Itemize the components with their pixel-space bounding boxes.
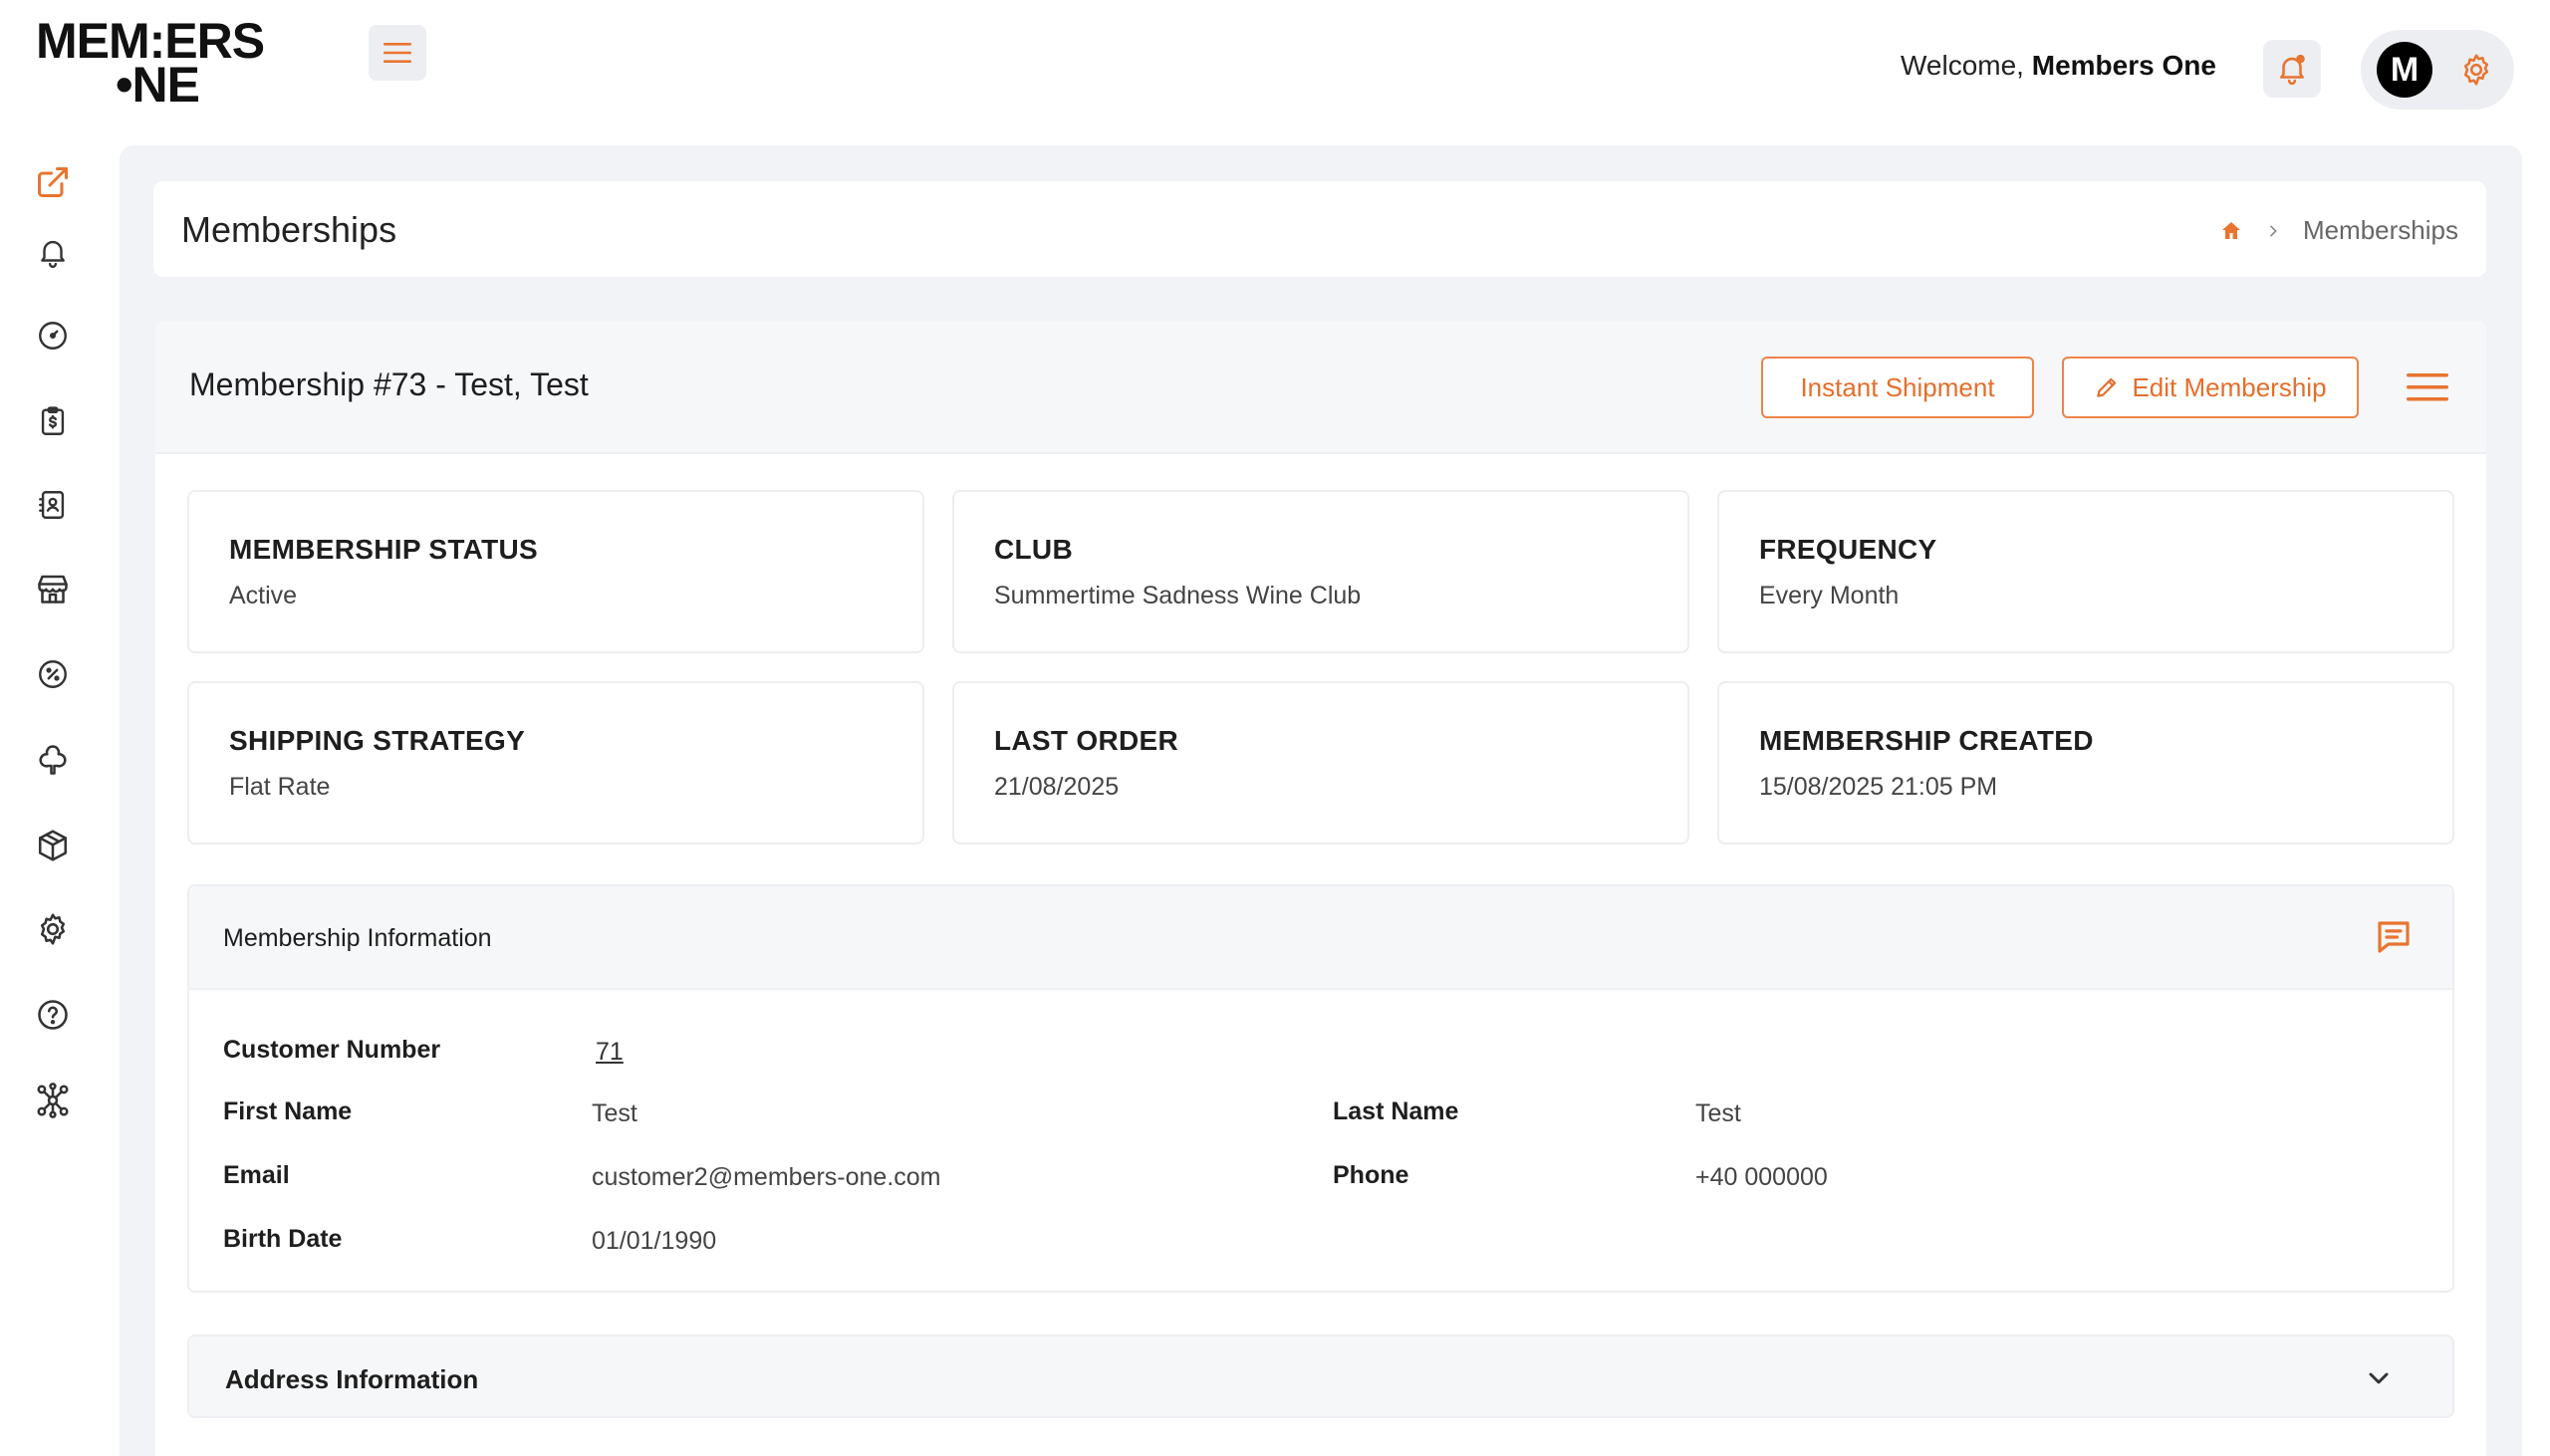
phone-value: +40 000000 [1695, 1163, 1828, 1191]
stat-shipping-strategy: SHIPPING STRATEGY Flat Rate [187, 681, 924, 845]
sidebar-item-billing[interactable] [32, 400, 74, 442]
address-information-panel[interactable]: Address Information [187, 1335, 2454, 1418]
membership-information-header: Membership Information [189, 886, 2452, 990]
email-value: customer2@members-one.com [592, 1163, 941, 1191]
panel-title: Membership Information [223, 924, 492, 952]
package-icon [38, 830, 68, 861]
sidebar [0, 139, 110, 1456]
sidebar-item-settings[interactable] [32, 908, 74, 950]
external-link-icon [38, 167, 68, 197]
panel-title: Address Information [225, 1364, 479, 1394]
sidebar-item-products[interactable] [32, 825, 74, 866]
sidebar-item-clubs[interactable] [32, 739, 74, 781]
birth-date-value: 01/01/1990 [592, 1227, 717, 1255]
discount-icon [39, 660, 67, 688]
stat-frequency: FREQUENCY Every Month [1717, 490, 2454, 653]
main-content: Memberships Memberships Membership #73 -… [120, 145, 2522, 1456]
chevron-right-icon [2270, 225, 2277, 236]
pencil-icon [2097, 377, 2117, 397]
sidebar-item-integrations[interactable] [32, 1080, 74, 1121]
bell-icon [41, 240, 65, 269]
last-name-label: Last Name [1333, 1097, 1459, 1125]
members-one-logo[interactable]: MEM:ERS •NE [36, 16, 297, 110]
sidebar-item-external-link[interactable] [32, 161, 74, 203]
instant-shipment-button[interactable]: Instant Shipment [1761, 357, 2034, 418]
stat-last-order: LAST ORDER 21/08/2025 [952, 681, 1689, 845]
email-label: Email [223, 1161, 290, 1189]
clipboard-dollar-icon [41, 406, 65, 435]
gear-icon[interactable] [2458, 52, 2494, 88]
sidebar-item-notifications[interactable] [32, 231, 74, 273]
first-name-value: Test [592, 1099, 638, 1127]
comment-icon[interactable] [2373, 916, 2415, 958]
user-menu[interactable]: M [2361, 30, 2514, 110]
chevron-down-icon[interactable] [2363, 1362, 2395, 1394]
sidebar-item-store[interactable] [32, 568, 74, 609]
dashboard-icon [39, 322, 67, 350]
sidebar-toggle-button[interactable] [369, 25, 426, 81]
first-name-label: First Name [223, 1097, 353, 1125]
page-header: Memberships Memberships [153, 181, 2486, 277]
user-name: Members One [2031, 50, 2216, 81]
membership-title: Membership #73 - Test, Test [189, 366, 589, 402]
sidebar-item-help[interactable] [32, 994, 74, 1036]
sidebar-item-contacts[interactable] [32, 484, 74, 526]
bell-icon [2280, 54, 2305, 86]
stat-club: CLUB Summertime Sadness Wine Club [952, 490, 1689, 653]
last-name-value: Test [1695, 1099, 1741, 1127]
welcome-message: Welcome, Members One [1901, 50, 2216, 81]
stat-membership-status: MEMBERSHIP STATUS Active [187, 490, 924, 653]
membership-header: Membership #73 - Test, Test Instant Ship… [155, 321, 2486, 454]
contacts-icon [39, 491, 65, 519]
avatar[interactable]: M [2377, 42, 2432, 98]
membership-information-panel: Membership Information Customer Number 7… [187, 884, 2454, 1293]
settings-icon [40, 913, 66, 945]
integrations-icon [37, 1083, 69, 1118]
more-menu-icon[interactable] [2405, 370, 2450, 404]
edit-membership-button[interactable]: Edit Membership [2062, 357, 2359, 418]
notifications-button[interactable] [2263, 40, 2321, 98]
page-title: Memberships [181, 209, 397, 250]
top-bar: MEM:ERS •NE Welcome, Members One M [0, 0, 2550, 139]
breadcrumb: Memberships [2219, 215, 2458, 246]
sidebar-item-discounts[interactable] [32, 653, 74, 695]
birth-date-label: Birth Date [223, 1225, 343, 1253]
stat-membership-created: MEMBERSHIP CREATED 15/08/2025 21:05 PM [1717, 681, 2454, 845]
membership-detail: Membership #73 - Test, Test Instant Ship… [155, 321, 2486, 1456]
hamburger-icon [383, 43, 411, 63]
customer-number-label: Customer Number [223, 1036, 441, 1064]
help-icon [38, 1000, 68, 1030]
home-icon[interactable] [2219, 219, 2243, 243]
phone-label: Phone [1333, 1161, 1409, 1189]
sidebar-item-dashboard[interactable] [32, 315, 74, 357]
customer-number-link[interactable]: 71 [596, 1038, 624, 1067]
store-icon [38, 575, 68, 604]
club-icon [39, 745, 67, 775]
breadcrumb-current: Memberships [2302, 215, 2458, 245]
